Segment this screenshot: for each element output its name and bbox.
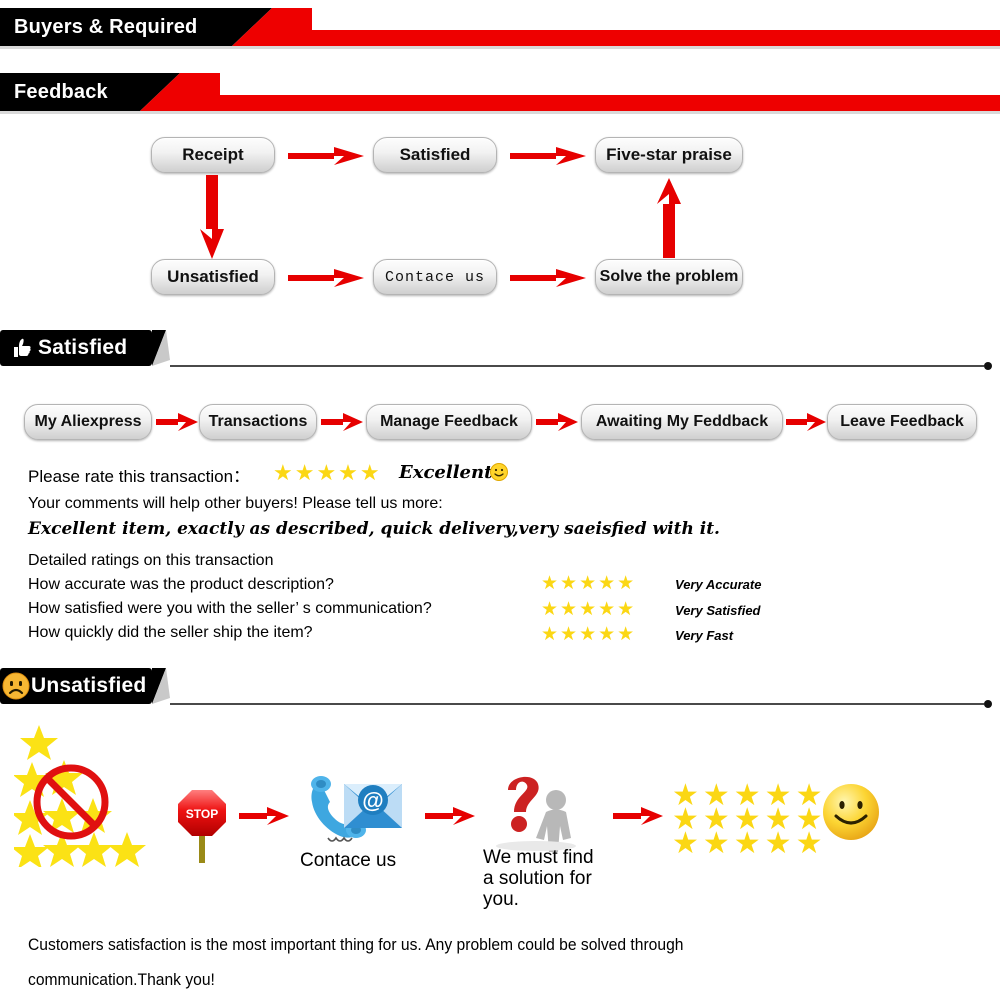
rate-transaction-prompt: Please rate this transaction： (28, 467, 251, 486)
banner-buyers-required-box: Buyers & Required (0, 8, 232, 46)
breadcrumb-step-manage-feedback[interactable]: Manage Feedback (366, 404, 532, 440)
breadcrumb-arrow-4 (786, 411, 826, 433)
stop-sign-icon: STOP (176, 788, 228, 863)
banner-feedback-red-bar (220, 95, 1000, 111)
unsatisfied-rule-line (170, 703, 984, 705)
thumbs-up-icon (8, 335, 34, 361)
banner-feedback: Feedback (0, 73, 1000, 121)
satisfied-section-rule (170, 361, 992, 371)
detailed-rating-stars-2: ★★★★★ (541, 624, 637, 645)
banner-buyers-required: Buyers & Required (0, 8, 1000, 56)
smiley-icon (490, 463, 508, 481)
question-mark-person-icon (490, 770, 586, 852)
banner-feedback-title: Feedback (14, 80, 108, 103)
footer-line-2: communication.Thank you! (28, 970, 215, 989)
banner-buyers-required-title: Buyers & Required (14, 15, 198, 38)
unsat-arrow-1 (239, 804, 289, 828)
we-must-find-line-2: you. (483, 889, 519, 910)
breadcrumb-arrow-3 (536, 411, 578, 433)
svg-text:@: @ (362, 788, 383, 813)
banner-feedback-shadow-line (0, 111, 1000, 114)
breadcrumb-step-leave-feedback-label: Leave Feedback (840, 413, 964, 430)
breadcrumb-step-my-aliexpress[interactable]: My Aliexpress (24, 404, 152, 440)
flow-node-satisfied[interactable]: Satisfied (373, 137, 497, 173)
breadcrumb-step-awaiting-my-feedback-label: Awaiting My Feddback (595, 413, 769, 430)
contact-us-caption: Contace us (300, 850, 397, 871)
banner-satisfied-slope-decor (152, 330, 170, 366)
flow-node-contact-us[interactable]: Contace us (373, 259, 497, 295)
flow-arrow-satisfied-to-praise (510, 144, 586, 168)
banner-unsatisfied-box: Unsatisfied (0, 668, 152, 704)
banner-satisfied-box: Satisfied (0, 330, 152, 366)
stop-sign-label: STOP (186, 807, 218, 821)
banner-red-bar (312, 30, 1000, 46)
detailed-rating-label-0: Very Accurate (675, 577, 762, 592)
flow-node-five-star-praise-label: Five-star praise (606, 145, 732, 164)
we-must-find-line-1: a solution for (483, 868, 592, 889)
banner-slope-decor (232, 8, 312, 46)
flow-arrow-solve-to-praise (653, 178, 685, 258)
rate-transaction-grade: Excellent (399, 462, 493, 483)
detailed-rating-label-1: Very Satisfied (675, 603, 761, 618)
sad-face-icon (2, 672, 30, 700)
breadcrumb-step-my-aliexpress-label: My Aliexpress (34, 413, 142, 430)
unsatisfied-section-rule (170, 699, 992, 709)
flow-node-solve-problem[interactable]: Solve the problem (595, 259, 743, 295)
banner-unsatisfied-title: Unsatisfied (31, 674, 147, 697)
phone-email-icon: @ (300, 772, 406, 850)
flow-node-unsatisfied[interactable]: Unsatisfied (151, 259, 275, 295)
unsat-arrow-3 (613, 804, 663, 828)
flow-arrow-receipt-to-unsatisfied (196, 175, 228, 259)
banner-feedback-slope-decor (140, 73, 220, 111)
detailed-rating-question-0: How accurate was the product description… (28, 576, 334, 593)
good-stars-row-2: ★★★★★ (672, 827, 827, 860)
flow-node-solve-problem-label: Solve the problem (599, 268, 739, 285)
flow-node-receipt[interactable]: Receipt (151, 137, 275, 173)
unsatisfied-rule-dot (984, 700, 992, 708)
breadcrumb-step-manage-feedback-label: Manage Feedback (380, 413, 518, 430)
detailed-rating-stars-0: ★★★★★ (541, 573, 637, 594)
detailed-ratings-heading: Detailed ratings on this transaction (28, 552, 274, 569)
flow-arrow-receipt-to-satisfied (288, 144, 364, 168)
banner-satisfied-title: Satisfied (38, 336, 128, 359)
breadcrumb-arrow-2 (321, 411, 363, 433)
flow-node-five-star-praise[interactable]: Five-star praise (595, 137, 743, 173)
unsat-arrow-2 (425, 804, 475, 828)
smiley-face-icon (822, 783, 880, 841)
flow-arrow-contact-to-solve (510, 266, 586, 290)
breadcrumb-step-leave-feedback[interactable]: Leave Feedback (827, 404, 977, 440)
detailed-rating-question-1: How satisfied were you with the seller’ … (28, 600, 432, 617)
flow-arrow-unsatisfied-to-contact (288, 266, 364, 290)
we-must-find-line-0: We must find (483, 847, 594, 868)
comment-text: Excellent item, exactly as described, qu… (28, 519, 720, 539)
flow-node-contact-us-label: Contace us (384, 268, 485, 286)
breadcrumb-arrow-1 (156, 411, 198, 433)
flow-node-satisfied-label: Satisfied (399, 145, 471, 164)
satisfied-rule-line (170, 365, 984, 367)
banner-unsatisfied-slope-decor (152, 668, 170, 704)
footer-line-1: Customers satisfaction is the most impor… (28, 935, 684, 954)
breadcrumb-step-transactions-label: Transactions (208, 413, 308, 430)
detailed-rating-label-2: Very Fast (675, 628, 734, 643)
satisfied-rule-dot (984, 362, 992, 370)
detailed-rating-stars-1: ★★★★★ (541, 599, 637, 620)
breadcrumb-step-awaiting-my-feedback[interactable]: Awaiting My Feddback (581, 404, 783, 440)
flow-node-receipt-label: Receipt (182, 145, 244, 164)
banner-shadow-line (0, 46, 1000, 49)
rate-transaction-stars: ★★★★★ (273, 460, 382, 485)
breadcrumb-step-transactions[interactable]: Transactions (199, 404, 317, 440)
detailed-rating-question-2: How quickly did the seller ship the item… (28, 624, 313, 641)
flow-node-unsatisfied-label: Unsatisfied (167, 267, 259, 286)
no-stars-icon (11, 722, 174, 869)
banner-feedback-box: Feedback (0, 73, 140, 111)
comments-prompt: Your comments will help other buyers! Pl… (28, 495, 443, 512)
